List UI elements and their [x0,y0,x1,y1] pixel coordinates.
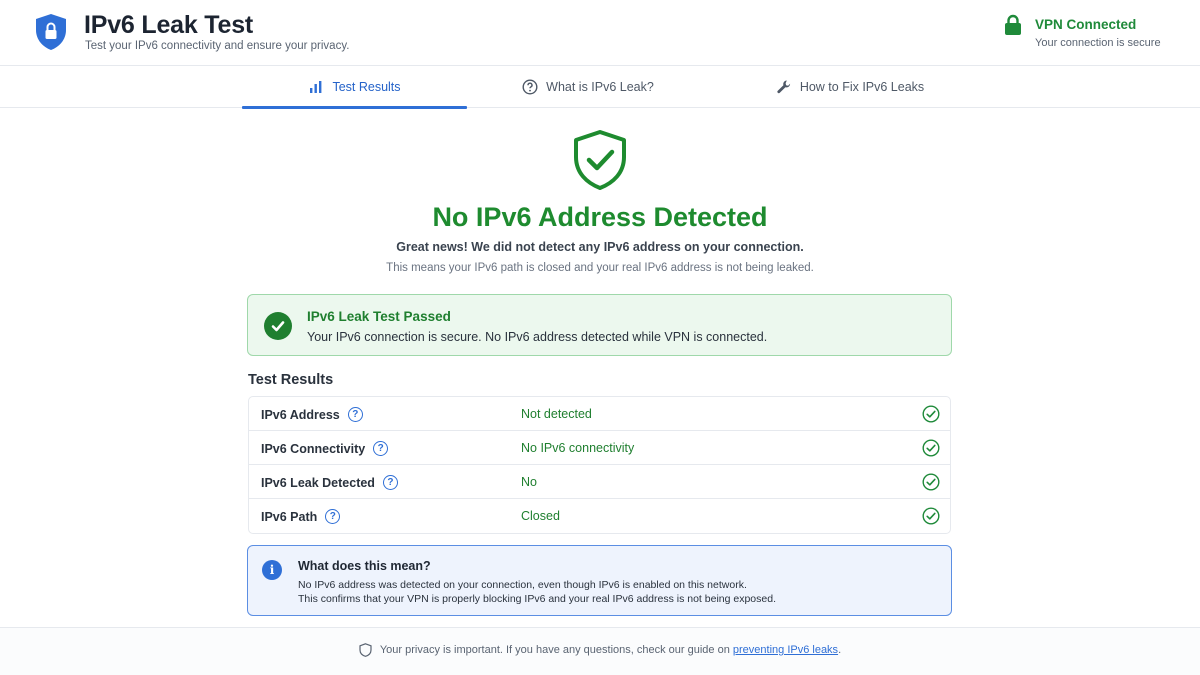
result-summary: Great news! We did not detect any IPv6 a… [396,240,804,254]
row-value: No IPv6 connectivity [521,441,635,455]
check-circle-icon [264,312,292,340]
test-passed-banner: IPv6 Leak Test Passed Your IPv6 connecti… [247,294,952,356]
tab-label: How to Fix IPv6 Leaks [799,80,925,94]
help-icon[interactable]: ? [347,407,363,422]
row-value: No [521,475,537,489]
app-subtitle: Test your IPv6 connectivity and ensure y… [85,40,350,52]
vpn-status: VPN Connected [1035,17,1137,32]
tab-label: Test Results [332,80,401,94]
vpn-substatus: Your connection is secure [1035,37,1161,49]
tab-label: What is IPv6 Leak? [546,80,654,94]
preventing-leaks-link[interactable]: preventing IPv6 leaks [733,644,838,656]
info-icon: i [262,560,282,580]
check-circle-icon [922,405,940,423]
check-circle-icon [922,439,940,457]
results-heading: Test Results [248,372,334,388]
table-row: IPv6 Path ? Closed [249,499,950,533]
table-row: IPv6 Connectivity ? No IPv6 connectivity [249,431,950,465]
footer: Your privacy is important. If you have a… [0,627,1200,675]
check-circle-icon [922,507,940,525]
app-title: IPv6 Leak Test [84,11,254,39]
help-icon[interactable]: ? [382,475,398,490]
row-label: IPv6 Leak Detected [261,475,375,490]
wrench-icon [777,80,790,94]
tab-test-results[interactable]: Test Results [242,66,467,109]
row-value: Closed [521,509,560,523]
results-table: IPv6 Address ? Not detected IPv6 Connect… [248,396,951,534]
footer-text: Your privacy is important. If you have a… [379,644,730,656]
shield-lock-icon [36,14,66,50]
banner-text: Your IPv6 connection is secure. No IPv6 … [307,330,768,344]
lock-icon [1005,14,1021,35]
info-title: What does this mean? [298,559,431,573]
footer-suffix: . [838,644,842,656]
question-circle-icon [522,79,538,95]
help-icon[interactable]: ? [373,441,389,456]
row-label: IPv6 Connectivity [261,441,366,456]
table-row: IPv6 Leak Detected ? No [249,465,950,499]
app-header: IPv6 Leak Test Test your IPv6 connectivi… [0,0,1200,66]
result-detail: This means your IPv6 path is closed and … [386,262,814,274]
info-text-line: No IPv6 address was detected on your con… [298,579,747,591]
tab-how-to-fix[interactable]: How to Fix IPv6 Leaks [740,66,960,108]
info-box: i What does this mean? No IPv6 address w… [247,545,952,616]
shield-check-icon [574,130,626,190]
row-label: IPv6 Path [261,509,318,524]
info-text-line: This confirms that your VPN is properly … [298,593,776,605]
bar-chart-icon [310,81,322,93]
check-circle-icon [922,473,940,491]
row-label: IPv6 Address [261,407,340,422]
row-value: Not detected [521,407,592,421]
banner-title: IPv6 Leak Test Passed [307,309,451,324]
help-icon[interactable]: ? [325,509,341,524]
shield-outline-icon [359,643,372,657]
tab-what-is-ipv6-leak[interactable]: What is IPv6 Leak? [478,66,698,108]
result-title: No IPv6 Address Detected [432,202,768,232]
table-row: IPv6 Address ? Not detected [249,397,950,431]
tab-bar: Test Results What is IPv6 Leak? How to F… [0,66,1200,109]
